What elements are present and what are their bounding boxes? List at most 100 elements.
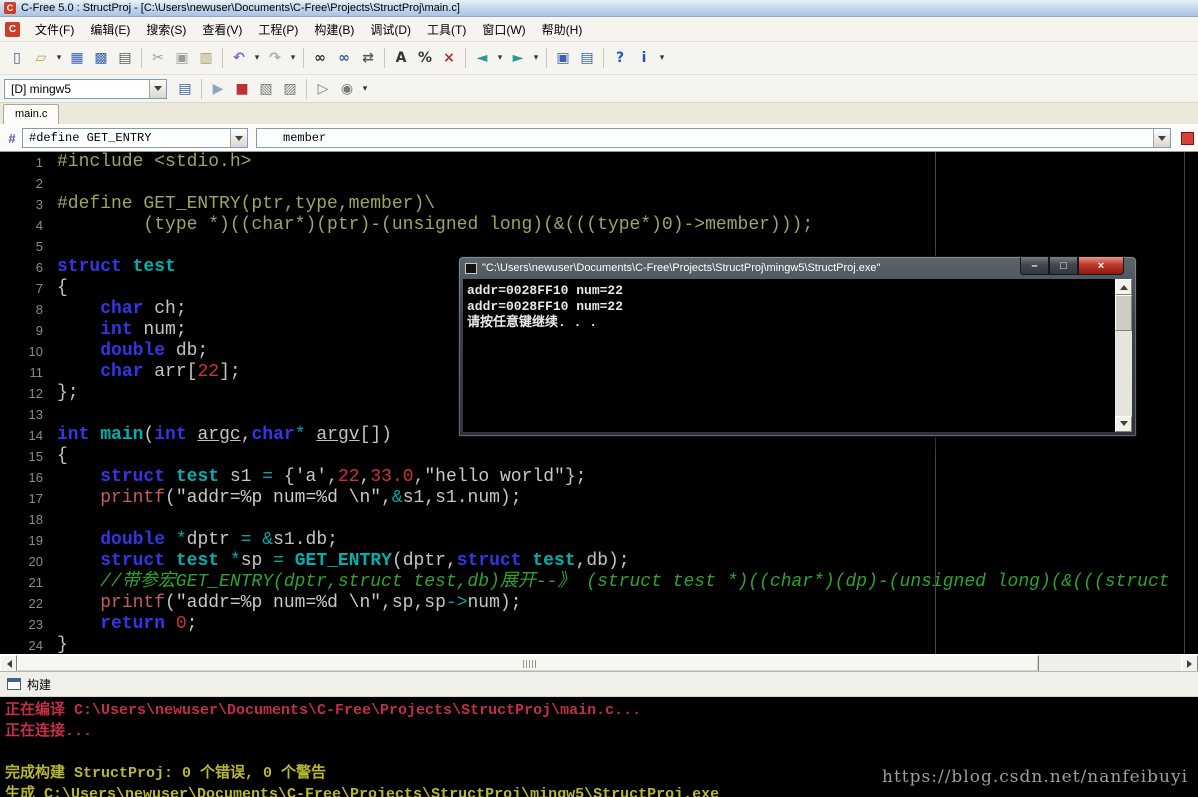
code-line[interactable]: 17 printf("addr=%p num=%d \n",&s1,s1.num… [0, 488, 1198, 509]
line-number: 14 [28, 428, 43, 443]
line-number: 12 [28, 386, 43, 401]
console-close-button[interactable]: × [1078, 257, 1124, 275]
code-line[interactable]: 5 [0, 236, 1198, 257]
console-scroll-down-button[interactable] [1115, 416, 1132, 432]
code-line[interactable]: 15{ [0, 446, 1198, 467]
console-vscrollbar[interactable] [1115, 279, 1132, 432]
new-file-icon[interactable]: ▯ [6, 47, 28, 69]
build-config-combo[interactable]: [D] mingw5 [4, 78, 167, 99]
menu-item-help[interactable]: 帮助(H) [534, 17, 591, 42]
line-number: 18 [28, 512, 43, 527]
build-run-toolbar: [D] mingw5 ▤ ▶ ■ ▧ ▨ ▷ ◉ ▾ [0, 75, 1198, 103]
code-line[interactable]: 20 struct test *sp = GET_ENTRY(dptr,stru… [0, 551, 1198, 572]
code-line[interactable]: 2 [0, 173, 1198, 194]
toolbar-overflow-dropdown[interactable]: ▾ [657, 47, 667, 69]
open-file-icon[interactable]: ▱ [30, 47, 52, 69]
window-list-icon[interactable]: ▤ [576, 47, 598, 69]
menu-item-window[interactable]: 窗口(W) [474, 17, 533, 42]
build-output-line [5, 742, 1198, 763]
console-output-area[interactable]: addr=0028FF10 num=22 addr=0028FF10 num=22… [463, 279, 1132, 432]
cut-icon[interactable]: ✂ [147, 47, 169, 69]
redo-dropdown[interactable]: ▾ [288, 47, 298, 69]
menu-item-project[interactable]: 工程(P) [250, 17, 306, 42]
menu-item-debug[interactable]: 调试(D) [362, 17, 419, 42]
code-line[interactable]: 24} [0, 635, 1198, 654]
line-number: 21 [28, 575, 43, 590]
line-number: 9 [35, 323, 43, 338]
member-combo[interactable]: member [256, 128, 1171, 148]
code-line[interactable]: 4 (type *)((char*)(ptr)-(unsigned long)(… [0, 215, 1198, 236]
console-scroll-up-button[interactable] [1115, 279, 1132, 295]
redo-icon[interactable]: ↷ [264, 47, 286, 69]
zoom-icon[interactable]: % [414, 47, 436, 69]
replace-icon[interactable]: ⇄ [357, 47, 379, 69]
record-macro-button[interactable] [1181, 131, 1194, 145]
menu-item-build[interactable]: 构建(B) [306, 17, 362, 42]
line-number: 24 [28, 638, 43, 653]
menu-item-file[interactable]: 文件(F) [27, 17, 82, 42]
member-combo-dropdown-arrow[interactable] [1153, 129, 1170, 147]
code-line[interactable]: 16 struct test s1 = {'a',22,33.0,"hello … [0, 467, 1198, 488]
line-number: 6 [35, 260, 43, 275]
console-scroll-thumb[interactable] [1115, 295, 1132, 331]
undo-dropdown[interactable]: ▾ [252, 47, 262, 69]
close-file-icon[interactable]: × [438, 47, 460, 69]
code-line[interactable]: 19 double *dptr = &s1.db; [0, 530, 1198, 551]
find-in-files-icon[interactable]: ∞ [333, 47, 355, 69]
open-file-dropdown[interactable]: ▾ [54, 47, 64, 69]
scroll-right-button[interactable] [1181, 655, 1198, 672]
navigate-forward-dropdown[interactable]: ▾ [531, 47, 541, 69]
editor-hscrollbar[interactable] [0, 654, 1198, 672]
undo-icon[interactable]: ↶ [228, 47, 250, 69]
menu-item-edit[interactable]: 编辑(E) [82, 17, 138, 42]
navigate-back-icon[interactable]: ◄ [471, 47, 493, 69]
scroll-left-button[interactable] [0, 655, 17, 672]
console-minimize-button[interactable]: – [1020, 257, 1049, 275]
new-window-icon[interactable]: ▣ [552, 47, 574, 69]
build-panel-title: 构建 [27, 677, 52, 692]
code-line[interactable]: 18 [0, 509, 1198, 530]
breakpoint-icon[interactable]: ◉ [336, 78, 358, 100]
title-bar[interactable]: C C-Free 5.0 : StructProj - [C:\Users\ne… [0, 0, 1198, 17]
help-icon[interactable]: ? [609, 47, 631, 69]
line-number: 23 [28, 617, 43, 632]
symbol-combo-dropdown-arrow[interactable] [230, 129, 247, 147]
menu-item-view[interactable]: 查看(V) [194, 17, 250, 42]
print-icon[interactable]: ▤ [114, 47, 136, 69]
code-line[interactable]: 22 printf("addr=%p num=%d \n",sp,sp->num… [0, 593, 1198, 614]
run-icon[interactable]: ▶ [207, 78, 229, 100]
navigate-forward-icon[interactable]: ► [507, 47, 529, 69]
build-icon[interactable]: ▨ [279, 78, 301, 100]
hscroll-thumb[interactable] [17, 655, 1039, 672]
tab-main-c[interactable]: main.c [3, 104, 60, 124]
menu-item-search[interactable]: 搜索(S) [138, 17, 194, 42]
console-title-bar[interactable]: "C:\Users\newuser\Documents\C-Free\Proje… [459, 257, 1136, 279]
compile-icon[interactable]: ▧ [255, 78, 277, 100]
paste-icon[interactable]: ▥ [195, 47, 217, 69]
console-output-line: 请按任意键继续. . . [467, 315, 598, 330]
code-line[interactable]: 21 //带参宏GET_ENTRY(dptr,struct test,db)展开… [0, 572, 1198, 593]
build-output-line: 正在连接... [5, 723, 93, 740]
menu-item-tools[interactable]: 工具(T) [419, 17, 474, 42]
main-toolbar: ▯ ▱ ▾ ▦ ▩ ▤ ✂ ▣ ▥ ↶ ▾ ↷ ▾ ∞ ∞ ⇄ A% × ◄ ▾ ► ▾ ▣ ▤? i ▾ [0, 42, 1198, 75]
copy-icon[interactable]: ▣ [171, 47, 193, 69]
navigate-back-dropdown[interactable]: ▾ [495, 47, 505, 69]
font-icon[interactable]: A [390, 47, 412, 69]
about-icon[interactable]: i [633, 47, 655, 69]
code-line[interactable]: 3 #define GET_ENTRY(ptr,type,member)\ [0, 194, 1198, 215]
debug-icon[interactable]: ▷ [312, 78, 334, 100]
build-config-dropdown-arrow[interactable] [149, 79, 166, 98]
code-line[interactable]: 1 #include <stdio.h> [0, 152, 1198, 173]
stop-icon[interactable]: ■ [231, 78, 253, 100]
save-all-icon[interactable]: ▩ [90, 47, 112, 69]
line-number: 5 [35, 239, 43, 254]
console-window-title: "C:\Users\newuser\Documents\C-Free\Proje… [482, 262, 881, 274]
check-syntax-icon[interactable]: ▤ [174, 78, 196, 100]
build-toolbar-dropdown[interactable]: ▾ [360, 78, 370, 100]
find-icon[interactable]: ∞ [309, 47, 331, 69]
console-maximize-button[interactable]: □ [1049, 257, 1078, 275]
symbol-combo[interactable]: #define GET_ENTRY [22, 128, 248, 148]
code-line[interactable]: 23 return 0; [0, 614, 1198, 635]
toolbar-separator [201, 78, 202, 99]
save-icon[interactable]: ▦ [66, 47, 88, 69]
